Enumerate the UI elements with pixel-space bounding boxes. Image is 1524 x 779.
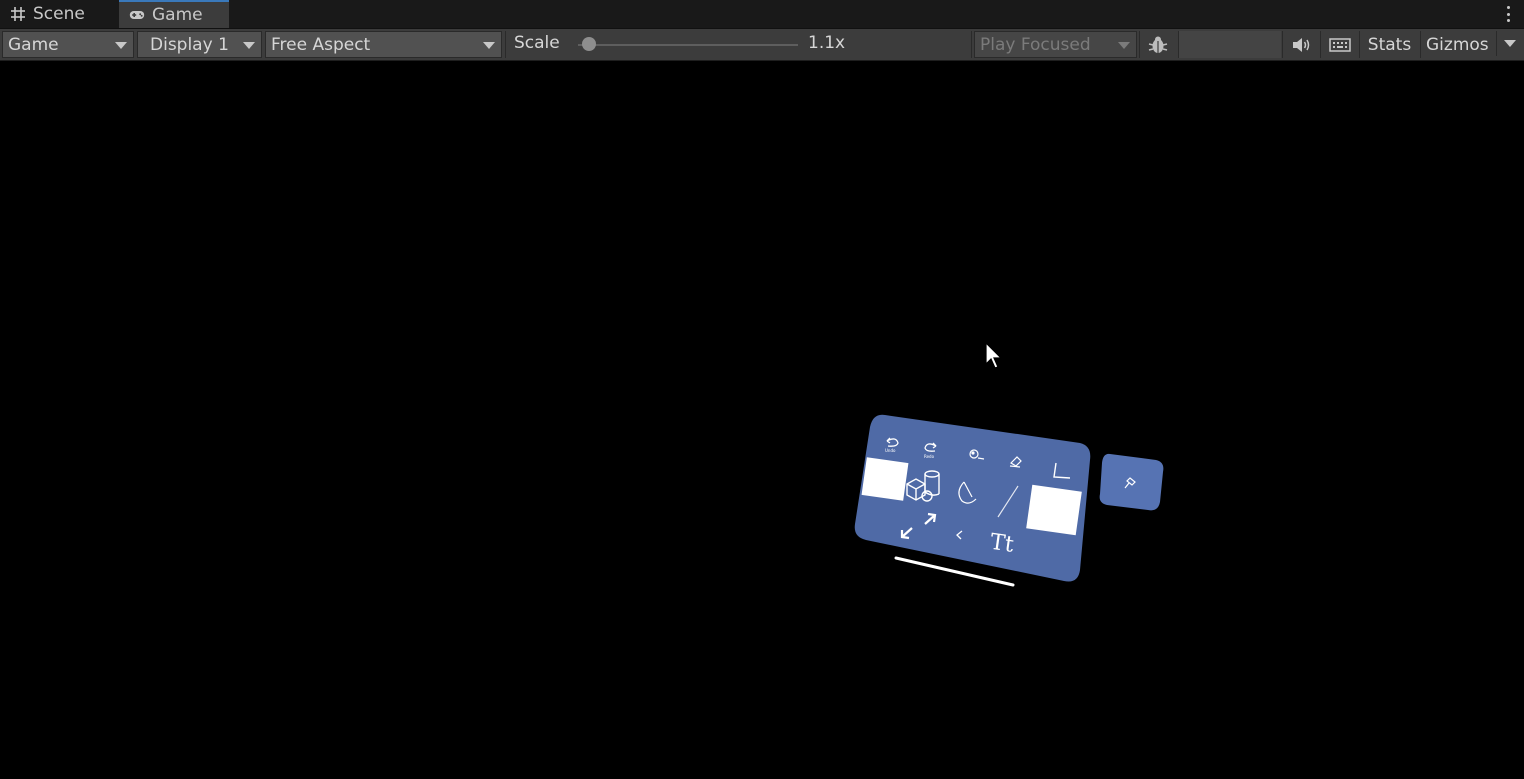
color-swatch-right[interactable] [1026, 484, 1082, 536]
gizmos-button[interactable]: Gizmos [1420, 31, 1524, 58]
keyboard-icon [1328, 37, 1351, 52]
play-mode-label: Play Focused [980, 34, 1091, 55]
play-mode-dropdown[interactable]: Play Focused [974, 31, 1137, 58]
chevron-down-icon [243, 42, 255, 49]
tab-game[interactable]: Game [119, 0, 229, 28]
display-dropdown[interactable]: Display 1 [137, 31, 262, 58]
floating-tool-menu[interactable]: Undo Redo Tt [854, 414, 1091, 587]
chevron-down-icon [483, 42, 495, 49]
tab-scene[interactable]: Scene [0, 0, 118, 28]
gizmos-dropdown-icon[interactable] [1496, 31, 1524, 56]
bug-icon [1148, 36, 1168, 53]
stats-label: Stats [1367, 34, 1412, 55]
tab-scene-label: Scene [33, 4, 85, 24]
stats-button[interactable]: Stats [1359, 31, 1419, 58]
scale-slider-track[interactable] [578, 44, 798, 46]
gizmos-label: Gizmos [1426, 34, 1489, 55]
bug-button[interactable] [1139, 31, 1176, 58]
redo-caption: Redo [924, 454, 935, 459]
tab-game-label: Game [152, 5, 203, 25]
grid-icon [10, 6, 26, 22]
text-icon[interactable]: Tt [989, 530, 1016, 558]
blank-field[interactable] [1178, 31, 1281, 58]
color-swatch-left[interactable] [861, 457, 909, 501]
game-toolbar: Game Display 1 Free Aspect Scale 1.1x Pl… [0, 29, 1524, 61]
mute-audio-button[interactable] [1282, 31, 1319, 58]
pin-button[interactable] [1099, 453, 1164, 511]
speaker-icon [1293, 37, 1310, 52]
aspect-dropdown-label: Free Aspect [271, 34, 371, 55]
scale-value: 1.1x [808, 33, 846, 53]
more-options-icon[interactable] [1506, 6, 1510, 22]
undo-caption: Undo [885, 448, 896, 453]
scale-label: Scale [514, 33, 560, 53]
keyboard-shortcuts-button[interactable] [1320, 31, 1358, 58]
view-dropdown-label: Game [8, 34, 59, 55]
aspect-dropdown[interactable]: Free Aspect [265, 31, 502, 58]
mouse-cursor-icon [985, 342, 1003, 369]
scene-render: Undo Redo Tt [854, 414, 1164, 587]
view-dropdown[interactable]: Game [2, 31, 134, 58]
gamepad-icon [129, 7, 145, 23]
chevron-down-icon [115, 42, 127, 49]
chevron-down-icon [1118, 42, 1130, 49]
tab-bar: Scene Game [0, 0, 1524, 29]
game-view[interactable]: Undo Redo Tt [0, 61, 1524, 779]
scale-slider-handle[interactable] [582, 37, 596, 51]
display-dropdown-label: Display 1 [150, 34, 229, 55]
